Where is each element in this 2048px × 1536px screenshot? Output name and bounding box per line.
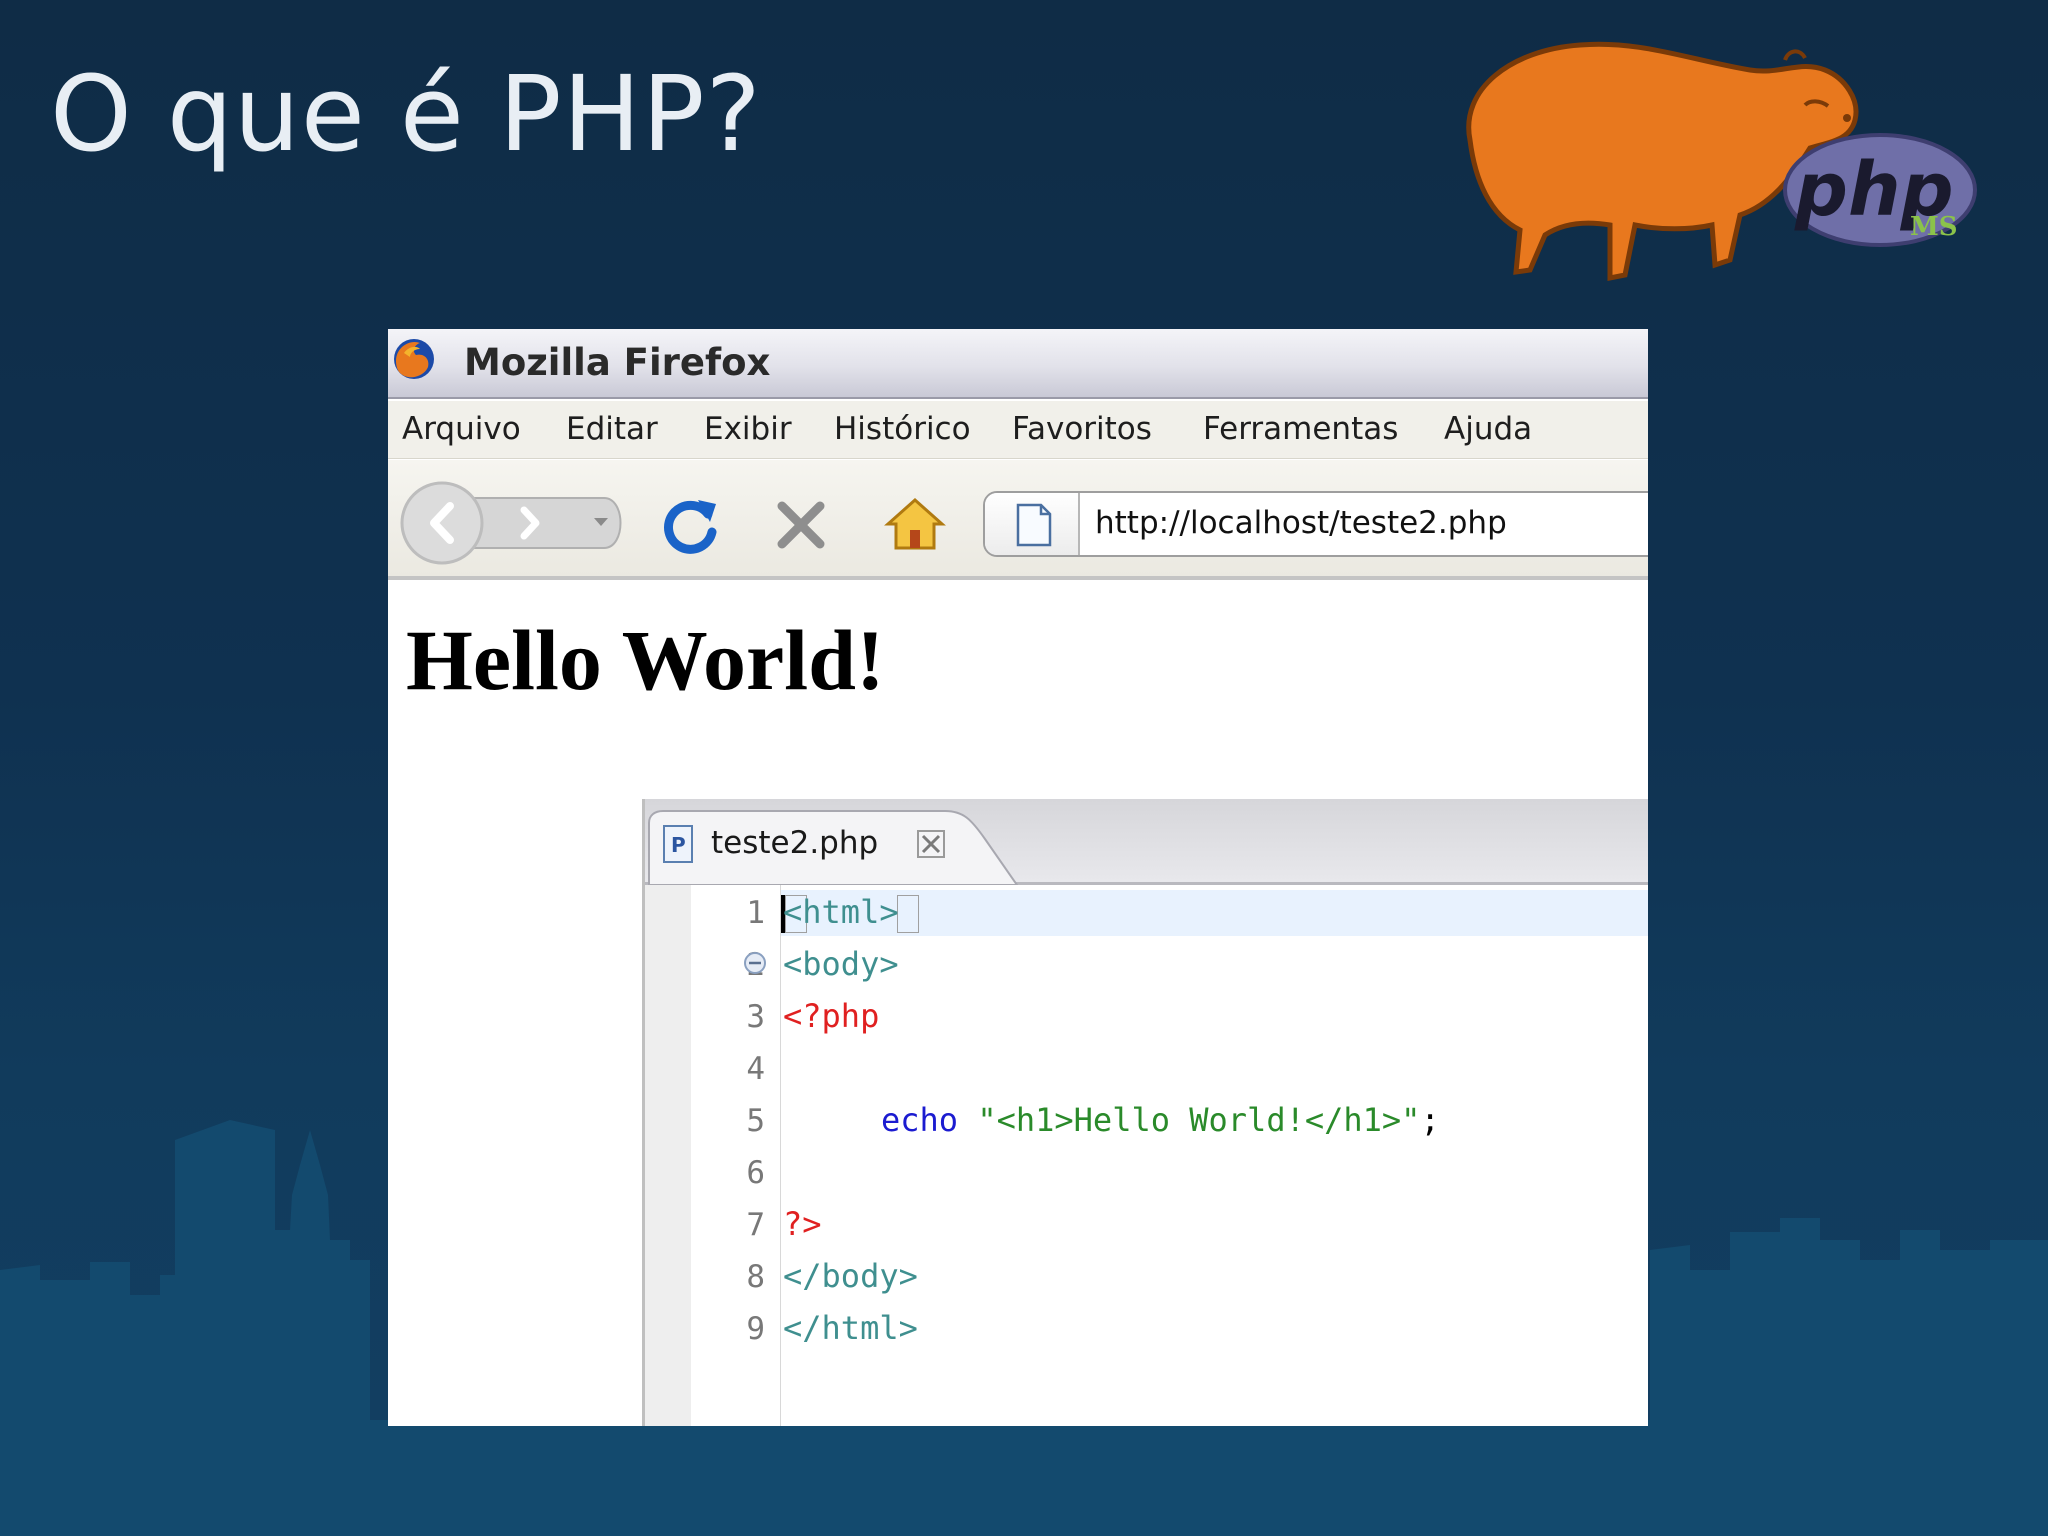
statement-end: ; bbox=[1420, 1101, 1440, 1139]
menu-ferramentas[interactable]: Ferramentas bbox=[1203, 411, 1398, 447]
php-file-icon: P bbox=[663, 825, 693, 863]
line-number: 5 bbox=[746, 1103, 765, 1139]
firefox-icon bbox=[394, 339, 434, 379]
editor-tab-label[interactable]: teste2.php bbox=[711, 825, 878, 861]
editor-tab-strip: P teste2.php bbox=[645, 799, 1648, 885]
close-tab-icon[interactable] bbox=[913, 827, 949, 861]
line-number: 3 bbox=[746, 999, 765, 1035]
line-number: 1 bbox=[746, 895, 765, 931]
php-capybara-logo: php MS bbox=[1466, 41, 1977, 282]
menu-historico[interactable]: Histórico bbox=[834, 411, 971, 447]
code-line-3[interactable]: <?php bbox=[783, 997, 879, 1035]
code-line-2[interactable]: <body> bbox=[783, 945, 899, 983]
line-number: 8 bbox=[746, 1259, 765, 1295]
echo-keyword: echo bbox=[881, 1101, 959, 1139]
window-title: Mozilla Firefox bbox=[464, 341, 771, 384]
page-icon bbox=[985, 493, 1080, 555]
code-line-8[interactable]: </body> bbox=[783, 1257, 918, 1295]
stop-icon[interactable] bbox=[774, 498, 828, 552]
line-number: 6 bbox=[746, 1155, 765, 1191]
code-editor: P teste2.php 1 2 3 4 5 6 7 8 9 <html> <b… bbox=[642, 799, 1648, 1426]
menu-exibir[interactable]: Exibir bbox=[704, 411, 792, 447]
bracket-match-close bbox=[897, 895, 919, 933]
code-line-5[interactable]: echo "<h1>Hello World!</h1>"; bbox=[881, 1101, 1440, 1139]
code-line-9[interactable]: </html> bbox=[783, 1309, 918, 1347]
document-icon bbox=[1016, 503, 1052, 547]
window-titlebar: Mozilla Firefox bbox=[388, 329, 1648, 399]
menu-favoritos[interactable]: Favoritos bbox=[1012, 411, 1152, 447]
menu-ajuda[interactable]: Ajuda bbox=[1444, 411, 1532, 447]
url-text[interactable]: http://localhost/teste2.php bbox=[1095, 505, 1507, 541]
line-number: 4 bbox=[746, 1051, 765, 1087]
menu-arquivo[interactable]: Arquivo bbox=[402, 411, 521, 447]
svg-text:P: P bbox=[671, 833, 686, 857]
line-number: 9 bbox=[746, 1311, 765, 1347]
page-heading: Hello World! bbox=[406, 612, 885, 708]
logo-subtext: MS bbox=[1910, 212, 1958, 242]
firefox-window: Mozilla Firefox Arquivo Editar Exibir Hi… bbox=[388, 329, 1648, 1426]
back-forward-icon[interactable] bbox=[394, 478, 634, 568]
echo-string: "<h1>Hello World!</h1>" bbox=[977, 1101, 1421, 1139]
menu-editar[interactable]: Editar bbox=[566, 411, 658, 447]
reload-icon[interactable] bbox=[660, 494, 722, 556]
fold-collapse-icon[interactable] bbox=[743, 951, 767, 975]
editor-gutter bbox=[645, 885, 691, 1426]
code-line-1[interactable]: <html> bbox=[783, 893, 899, 931]
slide-title: O que é PHP? bbox=[50, 53, 762, 175]
url-bar[interactable]: http://localhost/teste2.php bbox=[983, 491, 1648, 557]
line-number: 7 bbox=[746, 1207, 765, 1243]
navigation-toolbar: http://localhost/teste2.php bbox=[388, 460, 1648, 580]
code-line-7[interactable]: ?> bbox=[783, 1205, 822, 1243]
menu-bar: Arquivo Editar Exibir Histórico Favorito… bbox=[388, 401, 1648, 459]
home-icon[interactable] bbox=[884, 496, 946, 552]
